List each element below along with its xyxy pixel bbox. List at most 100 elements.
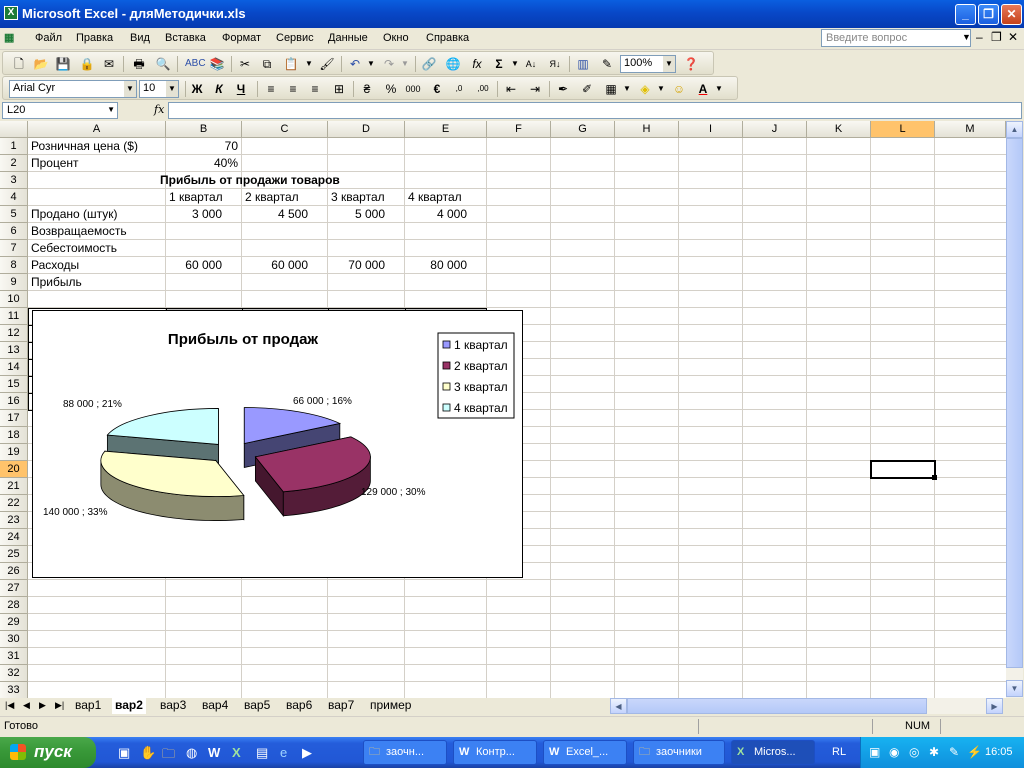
row-label-returns[interactable]: Возвращаемость bbox=[29, 223, 129, 240]
row-header-20[interactable]: 20 bbox=[0, 461, 28, 478]
save-icon[interactable]: 💾 bbox=[55, 56, 71, 72]
task-button-excel[interactable]: X Micros... bbox=[731, 740, 815, 765]
select-all-corner[interactable] bbox=[0, 121, 28, 138]
restore-button[interactable]: ❐ bbox=[978, 4, 999, 25]
row-label-profit[interactable]: Прибыль bbox=[29, 274, 84, 291]
tab-first-icon[interactable]: |◀ bbox=[2, 698, 17, 714]
row-header-9[interactable]: 9 bbox=[0, 274, 28, 291]
menu-edit[interactable]: Правка bbox=[76, 32, 113, 44]
row-header-15[interactable]: 15 bbox=[0, 376, 28, 393]
quicklaunch-ie-icon[interactable]: e bbox=[280, 745, 287, 760]
vertical-scrollbar[interactable]: ▲ ▼ bbox=[1006, 121, 1023, 698]
align-center-icon[interactable]: ≡ bbox=[285, 81, 301, 97]
new-icon[interactable]: 🗋 bbox=[11, 56, 27, 72]
increase-decimal-icon[interactable]: ,0 bbox=[451, 81, 467, 97]
italic-icon[interactable]: К bbox=[211, 81, 227, 97]
tab-var7[interactable]: вар7 bbox=[325, 698, 357, 714]
minimize-button[interactable]: _ bbox=[955, 4, 976, 25]
font-color-dropdown-icon[interactable]: ▼ bbox=[711, 81, 727, 97]
tab-example[interactable]: пример bbox=[367, 698, 414, 714]
table-title[interactable]: Прибыль от продажи товаров bbox=[158, 172, 342, 189]
tab-prev-icon[interactable]: ◀ bbox=[20, 698, 33, 714]
column-header-i[interactable]: I bbox=[679, 121, 743, 138]
tray-network-icon[interactable]: ▣ bbox=[869, 745, 880, 759]
row-header-26[interactable]: 26 bbox=[0, 563, 28, 580]
column-header-h[interactable]: H bbox=[615, 121, 679, 138]
row-header-7[interactable]: 7 bbox=[0, 240, 28, 257]
cell-b8[interactable]: 60 000 bbox=[166, 257, 226, 274]
cell-d8[interactable]: 70 000 bbox=[328, 257, 389, 274]
print-preview-icon[interactable]: 🔍 bbox=[155, 56, 171, 72]
task-button-folder-2[interactable]: 🗀 заочники bbox=[633, 740, 725, 765]
tab-var4[interactable]: вар4 bbox=[199, 698, 231, 714]
scroll-left-button[interactable]: ◀ bbox=[610, 698, 627, 714]
cell-e5[interactable]: 4 000 bbox=[405, 206, 471, 223]
column-header-e[interactable]: E bbox=[405, 121, 487, 138]
tray-puzzle-icon[interactable]: ✱ bbox=[929, 745, 939, 759]
row-label-cost[interactable]: Себестоимость bbox=[29, 240, 119, 257]
align-right-icon[interactable]: ≡ bbox=[307, 81, 323, 97]
row-header-32[interactable]: 32 bbox=[0, 665, 28, 682]
row-header-10[interactable]: 10 bbox=[0, 291, 28, 308]
open-icon[interactable]: 📂 bbox=[33, 56, 49, 72]
tab-var5[interactable]: вар5 bbox=[241, 698, 273, 714]
euro-icon[interactable]: € bbox=[429, 81, 445, 97]
fx-icon[interactable]: fx bbox=[154, 103, 164, 116]
row-header-30[interactable]: 30 bbox=[0, 631, 28, 648]
row-header-6[interactable]: 6 bbox=[0, 223, 28, 240]
tray-antivirus-icon[interactable]: ◉ bbox=[889, 745, 899, 759]
menu-tools[interactable]: Сервис bbox=[276, 32, 314, 44]
cell-a1[interactable]: Розничная цена ($) bbox=[29, 138, 140, 155]
column-header-b[interactable]: B bbox=[166, 121, 242, 138]
cell-b1[interactable]: 70 bbox=[166, 138, 242, 155]
row-header-18[interactable]: 18 bbox=[0, 427, 28, 444]
row-header-24[interactable]: 24 bbox=[0, 529, 28, 546]
quicklaunch-media-icon[interactable]: ▶ bbox=[302, 745, 312, 761]
row-header-4[interactable]: 4 bbox=[0, 189, 28, 206]
menu-data[interactable]: Данные bbox=[328, 32, 368, 44]
cut-icon[interactable]: ✂ bbox=[237, 56, 253, 72]
cell-e8[interactable]: 80 000 bbox=[405, 257, 471, 274]
pie-chart[interactable]: Прибыль от продаж 66 000 ; 16% 129 000 ; … bbox=[32, 310, 523, 578]
help-dropdown-icon[interactable]: ▼ bbox=[962, 32, 971, 42]
menu-view[interactable]: Вид bbox=[130, 32, 150, 44]
row-header-16[interactable]: 16 bbox=[0, 393, 28, 410]
font-name-dropdown-icon[interactable]: ▼ bbox=[124, 81, 136, 97]
spelling-icon[interactable]: ABC bbox=[185, 56, 206, 72]
row-header-25[interactable]: 25 bbox=[0, 546, 28, 563]
web-icon[interactable]: 🌐 bbox=[445, 56, 461, 72]
fill-color-icon[interactable]: ◈ bbox=[637, 81, 653, 97]
increase-indent-icon[interactable]: ⇥ bbox=[527, 81, 543, 97]
permission-icon[interactable]: 🔒 bbox=[79, 56, 95, 72]
chart-wizard-icon[interactable]: ▥ bbox=[575, 56, 591, 72]
cell-b2[interactable]: 40% bbox=[166, 155, 242, 172]
paste-icon[interactable]: 📋 bbox=[283, 56, 299, 72]
help-search-input[interactable]: Введите вопрос bbox=[821, 29, 971, 47]
font-size-select[interactable]: 10 ▼ bbox=[139, 80, 179, 98]
row-header-22[interactable]: 22 bbox=[0, 495, 28, 512]
currency-icon[interactable]: ₴ bbox=[359, 81, 375, 97]
column-header-m[interactable]: M bbox=[935, 121, 1006, 138]
row-label-expenses[interactable]: Расходы bbox=[29, 257, 81, 274]
hyperlink-icon[interactable]: 🔗 bbox=[421, 56, 437, 72]
thousands-icon[interactable]: 000 bbox=[405, 81, 421, 97]
bold-icon[interactable]: Ж bbox=[189, 81, 205, 97]
tab-var2[interactable]: вар2 bbox=[112, 698, 146, 714]
help-icon[interactable]: ❓ bbox=[683, 56, 699, 72]
sort-ascending-icon[interactable]: A↓ bbox=[523, 56, 539, 72]
autosum-icon[interactable]: Σ bbox=[491, 56, 507, 72]
zoom-dropdown-icon[interactable]: ▼ bbox=[663, 56, 675, 72]
print-icon[interactable]: 🖶 bbox=[131, 56, 147, 72]
column-header-k[interactable]: K bbox=[807, 121, 871, 138]
quicklaunch-excel-icon[interactable]: X bbox=[232, 745, 241, 760]
row-header-12[interactable]: 12 bbox=[0, 325, 28, 342]
scroll-up-button[interactable]: ▲ bbox=[1006, 121, 1023, 138]
align-left-icon[interactable]: ≡ bbox=[263, 81, 279, 97]
underline-icon[interactable]: Ч bbox=[233, 81, 249, 97]
tray-media-icon[interactable]: ◎ bbox=[909, 745, 919, 759]
research-icon[interactable]: 📚 bbox=[209, 56, 225, 72]
percent-icon[interactable]: % bbox=[383, 81, 399, 97]
active-cell-l20[interactable] bbox=[870, 460, 936, 479]
redo-dropdown-icon[interactable]: ▼ bbox=[397, 56, 413, 72]
function-icon[interactable]: fx bbox=[469, 56, 485, 72]
